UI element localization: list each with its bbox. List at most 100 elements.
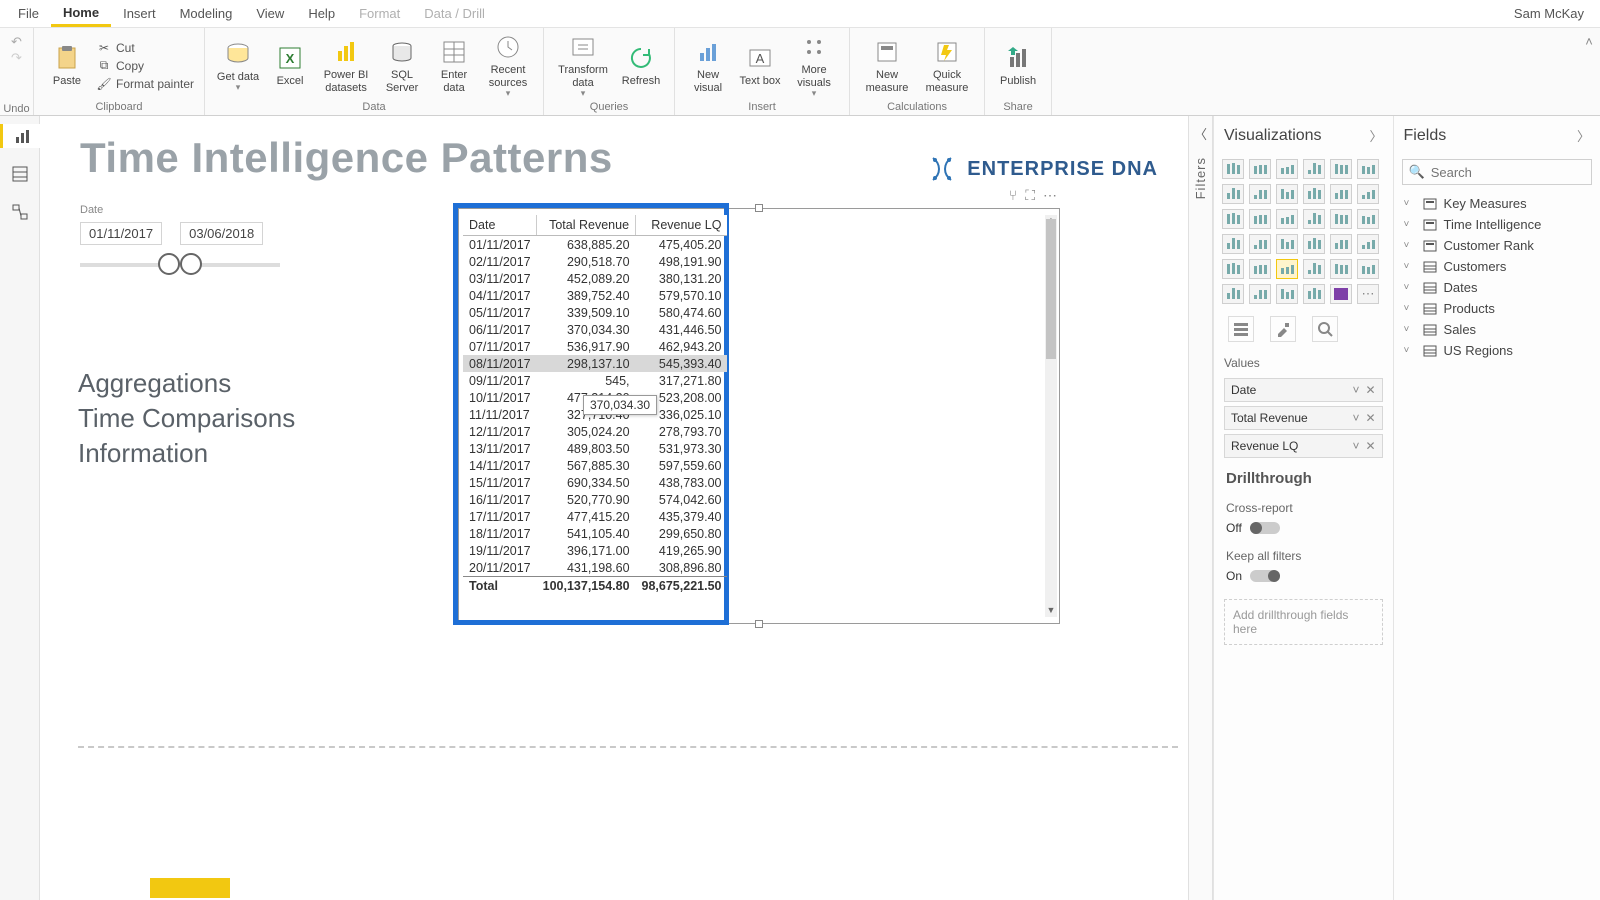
col-revenue-lq[interactable]: Revenue LQ (636, 215, 728, 236)
viz-type-icon[interactable] (1276, 159, 1298, 179)
table-row[interactable]: 08/11/2017298,137.10545,393.40 (463, 355, 727, 372)
slicer-handle-left[interactable] (158, 253, 180, 275)
field-table[interactable]: ˅Sales (1402, 319, 1592, 340)
viz-type-icon[interactable] (1222, 209, 1244, 229)
paste-button[interactable]: Paste (44, 43, 90, 87)
field-table[interactable]: ˅Customer Rank (1402, 235, 1592, 256)
menu-help[interactable]: Help (296, 2, 347, 25)
table-row[interactable]: 17/11/2017477,415.20435,379.40 (463, 508, 727, 525)
viz-type-icon[interactable] (1357, 259, 1379, 279)
resize-handle-top[interactable] (755, 204, 763, 212)
chevron-down-icon[interactable]: ˅ (1404, 261, 1416, 272)
viz-type-icon[interactable] (1276, 259, 1298, 279)
table-row[interactable]: 14/11/2017567,885.30597,559.60 (463, 457, 727, 474)
viz-type-icon[interactable] (1303, 259, 1325, 279)
viz-type-icon[interactable] (1303, 159, 1325, 179)
remove-icon[interactable]: ✕ (1365, 411, 1375, 425)
viz-type-icon[interactable] (1330, 234, 1352, 254)
field-table[interactable]: ˅Customers (1402, 256, 1592, 277)
text-box-button[interactable]: AText box (737, 43, 783, 87)
undo-icon[interactable]: ↶ (11, 34, 22, 50)
table-row[interactable]: 02/11/2017290,518.70498,191.90 (463, 253, 727, 270)
viz-type-icon[interactable] (1330, 209, 1352, 229)
publish-button[interactable]: Publish (995, 43, 1041, 87)
chevron-down-icon[interactable]: ˅ (1404, 345, 1416, 356)
page-tab-active[interactable] (150, 878, 230, 898)
chevron-down-icon[interactable]: ˅ (1404, 282, 1416, 293)
viz-type-icon[interactable] (1249, 159, 1271, 179)
chevron-down-icon[interactable]: ˅ (1352, 439, 1359, 453)
cut-button[interactable]: ✂Cut (96, 40, 194, 56)
well-revenue-lq[interactable]: Revenue LQ˅✕ (1224, 434, 1383, 458)
viz-type-icon[interactable] (1276, 209, 1298, 229)
drillthrough-drop[interactable]: Add drillthrough fields here (1224, 599, 1383, 645)
table-row[interactable]: 05/11/2017339,509.10580,474.60 (463, 304, 727, 321)
slicer-from[interactable]: 01/11/2017 (80, 222, 162, 245)
menu-insert[interactable]: Insert (111, 2, 168, 25)
field-table[interactable]: ˅Time Intelligence (1402, 214, 1592, 235)
chevron-down-icon[interactable]: ˅ (1404, 240, 1416, 251)
fields-tab-icon[interactable] (1228, 316, 1254, 342)
menu-format[interactable]: Format (347, 2, 412, 25)
table-row[interactable]: 15/11/2017690,334.50438,783.00 (463, 474, 727, 491)
collapse-ribbon-icon[interactable]: ˄ (1578, 28, 1600, 115)
quick-measure-button[interactable]: Quick measure (920, 37, 974, 93)
slicer-track[interactable] (80, 263, 280, 267)
viz-type-icon[interactable] (1276, 184, 1298, 204)
slicer-to[interactable]: 03/06/2018 (180, 222, 263, 245)
viz-type-icon[interactable] (1222, 284, 1244, 304)
chevron-down-icon[interactable]: ˅ (1404, 303, 1416, 314)
recent-sources-button[interactable]: Recent sources▾ (483, 32, 533, 98)
table-row[interactable]: 16/11/2017520,770.90574,042.60 (463, 491, 727, 508)
report-canvas[interactable]: Time Intelligence Patterns ENTERPRISE DN… (40, 116, 1210, 900)
table-visual[interactable]: ⑂ ⛶ ⋯ Date Total Revenue Revenue LQ 01/1… (458, 208, 1060, 624)
field-table[interactable]: ˅Dates (1402, 277, 1592, 298)
table-row[interactable]: 13/11/2017489,803.50531,973.30 (463, 440, 727, 457)
table-scrollbar[interactable]: ▲ ▼ (1045, 215, 1057, 617)
viz-type-icon[interactable] (1303, 234, 1325, 254)
more-visuals-button[interactable]: More visuals▾ (789, 32, 839, 98)
col-date[interactable]: Date (463, 215, 537, 236)
visual-filter-icon[interactable]: ⑂ (1009, 187, 1017, 204)
collapse-fields-icon[interactable]: 〉 (1577, 126, 1590, 145)
scroll-down-icon[interactable]: ▼ (1045, 605, 1057, 617)
keep-filters-toggle[interactable]: On (1214, 567, 1393, 593)
viz-type-icon[interactable] (1303, 284, 1325, 304)
transform-data-button[interactable]: Transform data▾ (554, 32, 612, 98)
viz-type-icon[interactable] (1249, 184, 1271, 204)
signed-in-user[interactable]: Sam McKay (1514, 6, 1594, 21)
report-view-icon[interactable] (0, 124, 40, 148)
data-view-icon[interactable] (8, 162, 32, 186)
sql-server-button[interactable]: SQL Server (379, 37, 425, 93)
remove-icon[interactable]: ✕ (1365, 439, 1375, 453)
fields-search-input[interactable] (1431, 165, 1585, 180)
viz-type-icon[interactable] (1276, 284, 1298, 304)
viz-type-icon[interactable] (1330, 159, 1352, 179)
menu-modeling[interactable]: Modeling (168, 2, 245, 25)
table-row[interactable]: 12/11/2017305,024.20278,793.70 (463, 423, 727, 440)
model-view-icon[interactable] (8, 200, 32, 224)
filters-pane-collapsed[interactable]: 〈 Filters (1188, 116, 1212, 900)
viz-type-icon[interactable] (1249, 209, 1271, 229)
viz-type-icon[interactable] (1222, 184, 1244, 204)
field-table[interactable]: ˅Key Measures (1402, 193, 1592, 214)
chevron-down-icon[interactable]: ˅ (1404, 324, 1416, 335)
field-table[interactable]: ˅Products (1402, 298, 1592, 319)
table-row[interactable]: 20/11/2017431,198.60308,896.80 (463, 559, 727, 577)
table-row[interactable]: 07/11/2017536,917.90462,943.20 (463, 338, 727, 355)
chevron-down-icon[interactable]: ˅ (1352, 383, 1359, 397)
viz-type-icon[interactable] (1303, 209, 1325, 229)
viz-type-icon[interactable]: ⋯ (1357, 284, 1379, 304)
chevron-down-icon[interactable]: ˅ (1404, 219, 1416, 230)
scroll-thumb[interactable] (1046, 219, 1056, 359)
refresh-button[interactable]: Refresh (618, 43, 664, 87)
table-row[interactable]: 09/11/2017545,317,271.80 (463, 372, 727, 389)
format-painter-button[interactable]: 🖌Format painter (96, 76, 194, 92)
new-measure-button[interactable]: New measure (860, 37, 914, 93)
viz-type-icon[interactable] (1357, 234, 1379, 254)
table-row[interactable]: 03/11/2017452,089.20380,131.20 (463, 270, 727, 287)
redo-icon[interactable]: ↷ (11, 50, 22, 66)
viz-type-icon[interactable] (1330, 184, 1352, 204)
date-slicer[interactable]: Date 01/11/2017 03/06/2018 (80, 204, 320, 267)
resize-handle-bottom[interactable] (755, 620, 763, 628)
